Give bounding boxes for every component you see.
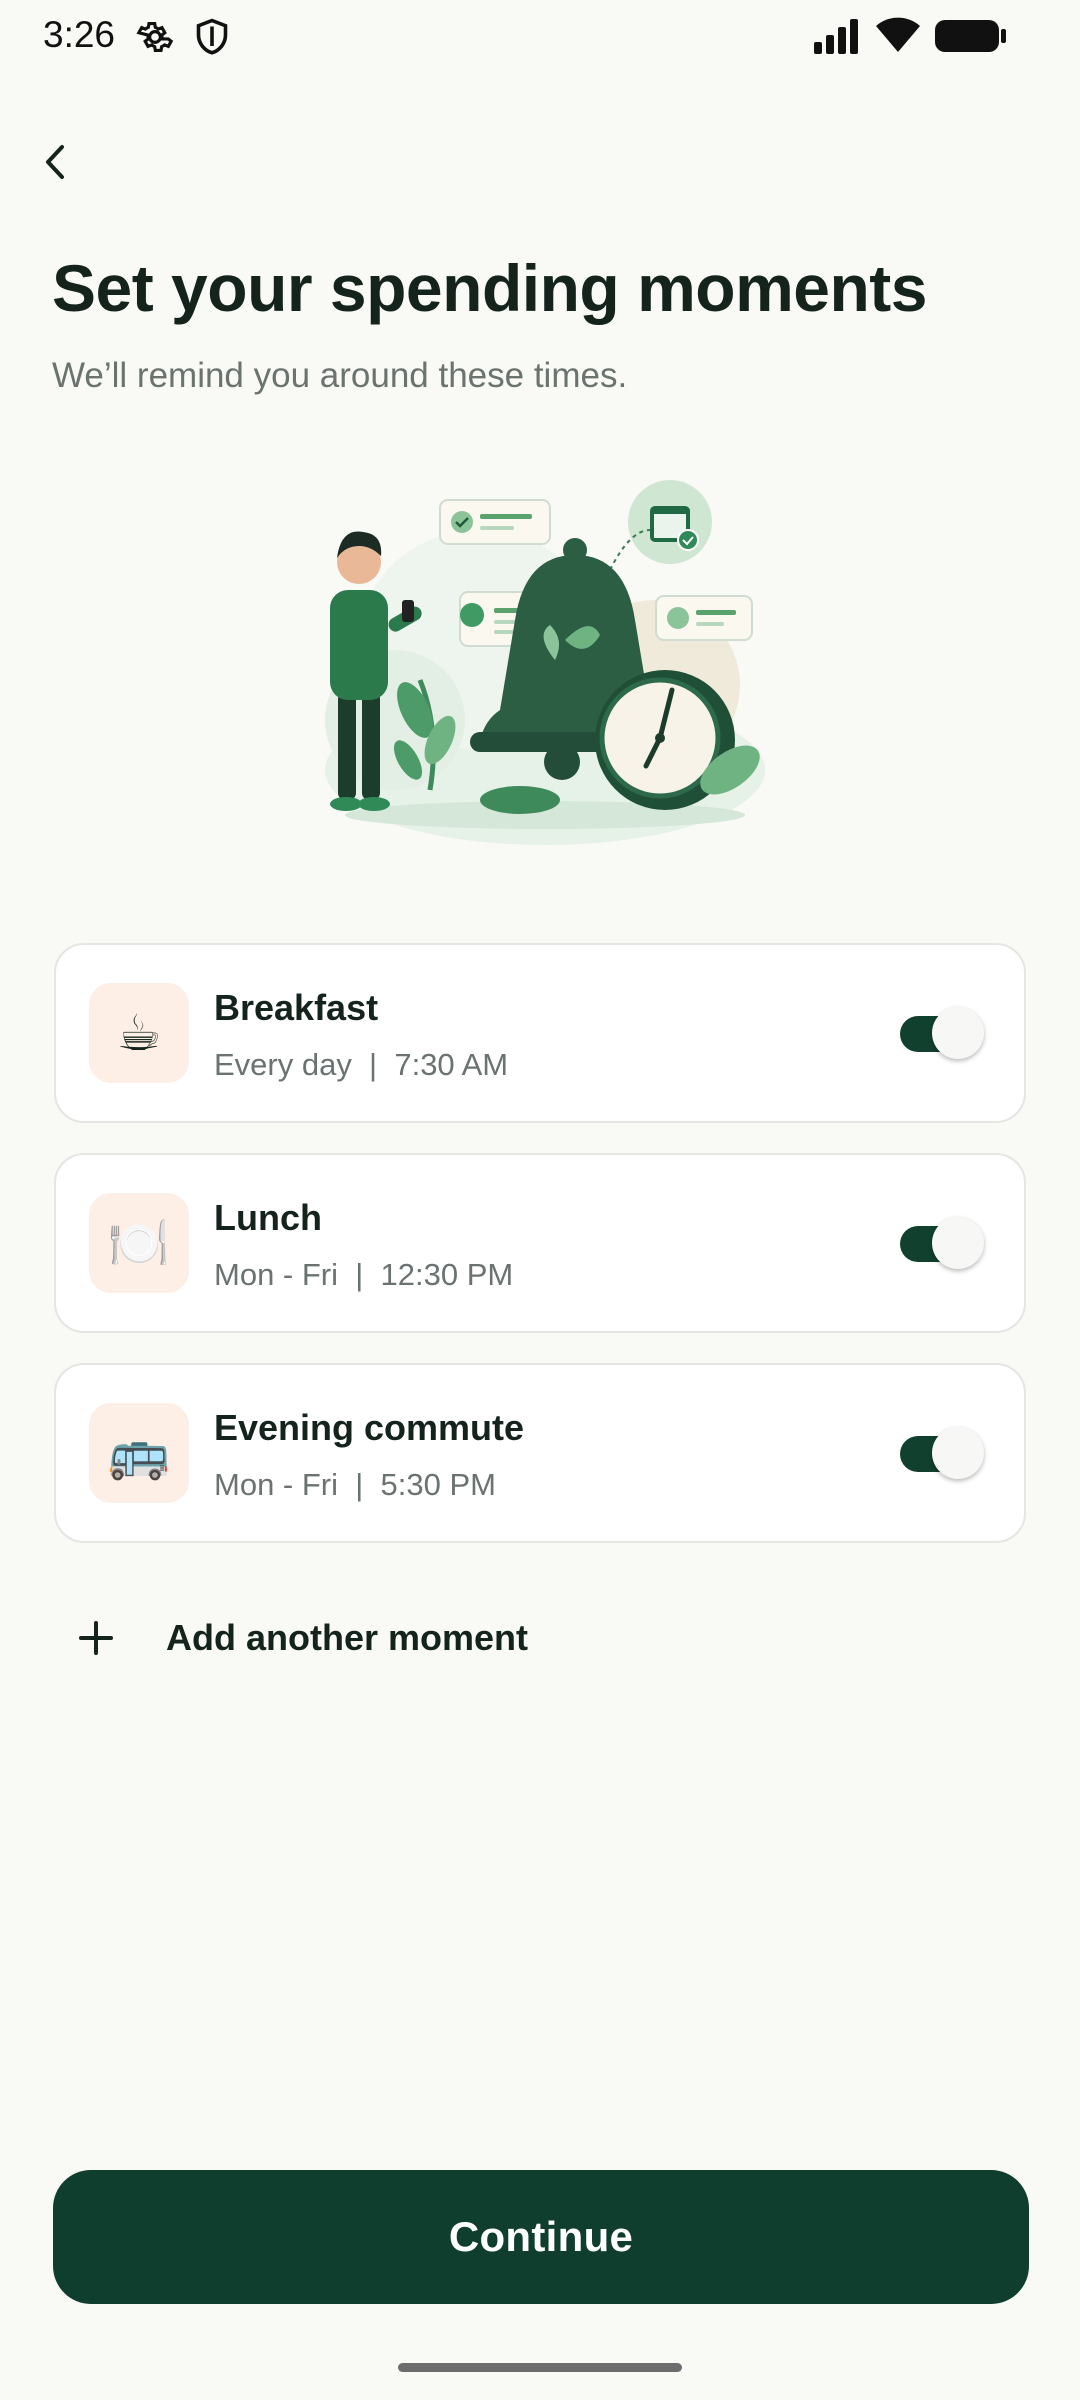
status-bar: 3:26	[0, 0, 1080, 74]
plate-cutlery-icon: 🍽️	[89, 1193, 189, 1293]
toggle-thumb	[932, 1427, 984, 1479]
moment-title: Lunch	[214, 1197, 322, 1238]
chevron-left-icon	[46, 145, 64, 179]
shield-icon	[194, 17, 230, 62]
moment-toggle[interactable]	[898, 1427, 984, 1481]
plus-icon	[79, 1621, 113, 1655]
moment-card-breakfast[interactable]: ☕ Breakfast Every day | 7:30 AM	[54, 943, 1026, 1123]
illustration	[310, 470, 780, 850]
battery-icon	[934, 18, 1008, 59]
bus-icon: 🚌	[89, 1403, 189, 1503]
gear-icon	[136, 18, 174, 61]
continue-button[interactable]: Continue	[53, 2170, 1029, 2304]
page-subtitle: We’ll remind you around these times.	[52, 356, 628, 395]
back-button[interactable]	[30, 132, 80, 192]
home-indicator	[398, 2363, 682, 2372]
add-moment-label: Add another moment	[166, 1617, 529, 1658]
moment-schedule: Mon - Fri | 5:30 PM	[214, 1467, 496, 1502]
toggle-thumb	[932, 1217, 984, 1269]
moment-toggle[interactable]	[898, 1217, 984, 1271]
add-moment-button[interactable]: Add another moment	[78, 1608, 528, 1668]
moment-schedule: Every day | 7:30 AM	[214, 1047, 509, 1082]
screen: 3:26 Set your spending moments We’ll rem…	[0, 0, 1080, 2400]
moment-title: Breakfast	[214, 987, 379, 1028]
status-time: 3:26	[43, 14, 116, 55]
moment-schedule: Mon - Fri | 12:30 PM	[214, 1257, 514, 1292]
wifi-icon	[874, 16, 922, 59]
moment-card-evening-commute[interactable]: 🚌 Evening commute Mon - Fri | 5:30 PM	[54, 1363, 1026, 1543]
moment-card-lunch[interactable]: 🍽️ Lunch Mon - Fri | 12:30 PM	[54, 1153, 1026, 1333]
notification-card-icon	[439, 499, 551, 545]
coffee-cup-icon: ☕	[89, 983, 189, 1083]
signal-icon	[812, 18, 860, 59]
moment-toggle[interactable]	[898, 1007, 984, 1061]
toggle-thumb	[932, 1007, 984, 1059]
moment-title: Evening commute	[214, 1407, 525, 1448]
page-title: Set your spending moments	[52, 251, 927, 325]
